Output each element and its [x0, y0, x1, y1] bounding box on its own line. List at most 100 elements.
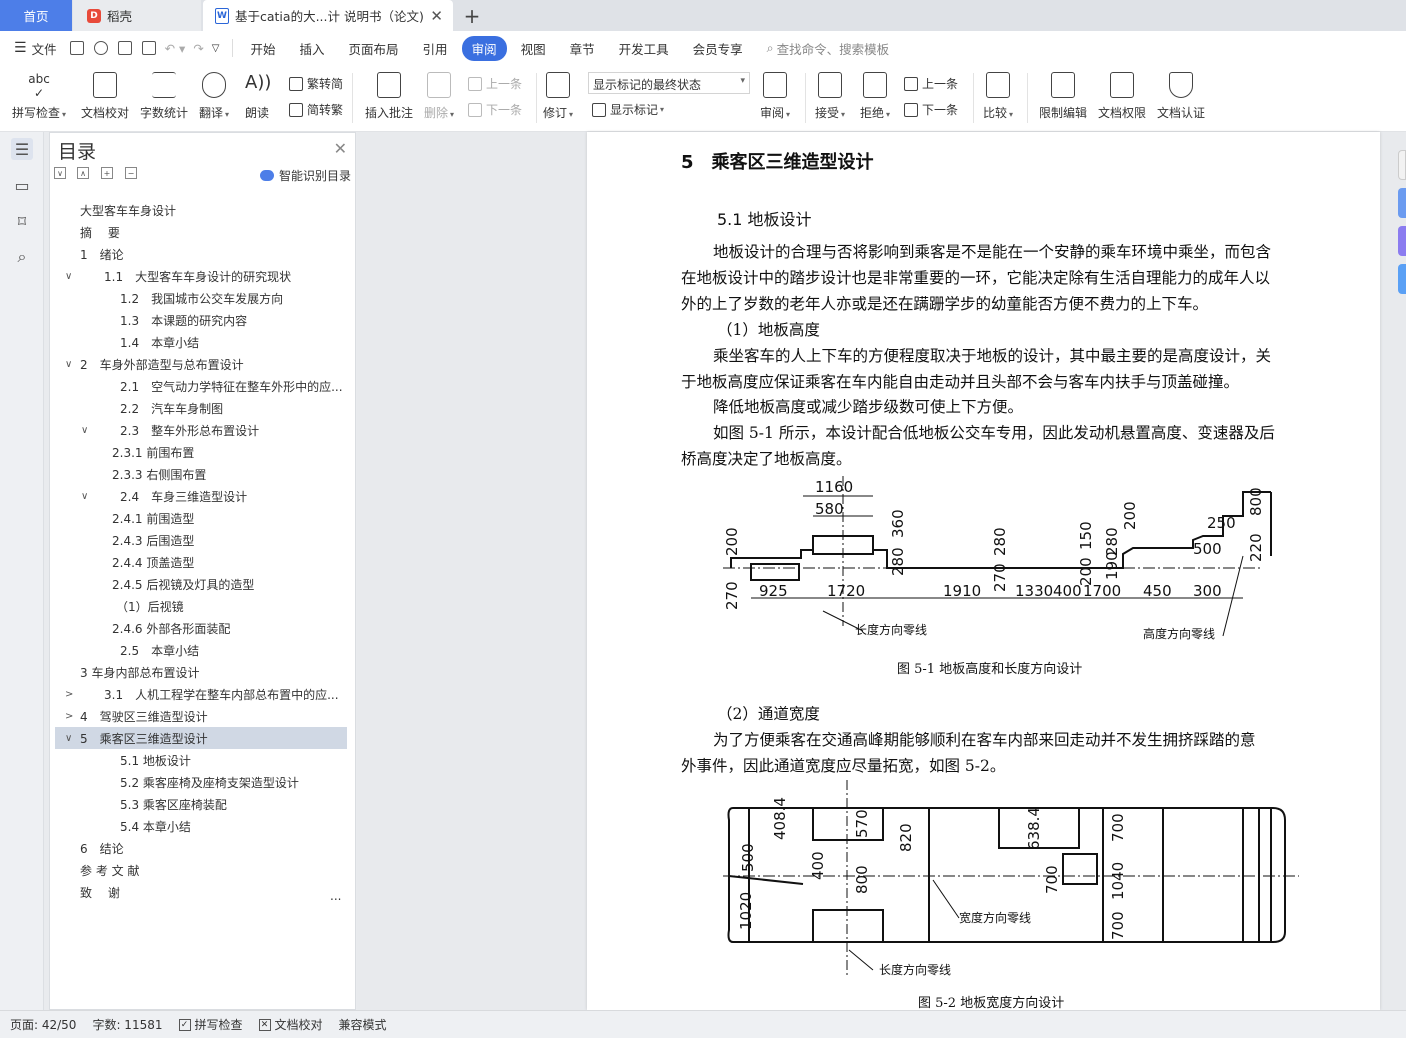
doc-permission-button[interactable]: 文档权限 — [1098, 65, 1146, 121]
format-painter-icon[interactable] — [93, 41, 108, 55]
toc-item[interactable]: 2.5 本章小结 — [55, 639, 347, 661]
compare-button[interactable]: 比较 ▾ — [983, 65, 1013, 121]
menu-item-2[interactable]: 页面布局 — [339, 36, 409, 61]
prev-comment-button[interactable]: 上一条 — [468, 75, 522, 92]
expand-up-icon[interactable]: ∧ — [77, 167, 89, 179]
toc-item[interactable]: ∨ 2 车身外部造型与总布置设计 — [55, 353, 347, 375]
toc-item[interactable]: 1.2 我国城市公交车发展方向 — [55, 287, 347, 309]
show-markup-button[interactable]: 显示标记 ▾ — [592, 101, 664, 118]
spell-check-status[interactable]: ✓ 拼写检查 — [178, 1016, 243, 1033]
close-icon[interactable]: ✕ — [334, 139, 347, 158]
menu-item-5[interactable]: 视图 — [511, 36, 556, 61]
doc-proof-button[interactable]: 文档校对 — [81, 65, 129, 121]
toc-item[interactable]: >4 驾驶区三维造型设计 — [55, 705, 347, 727]
restrict-edit-button[interactable]: 限制编辑 — [1039, 65, 1087, 121]
menu-item-8[interactable]: 会员专享 — [683, 36, 753, 61]
more-icon[interactable]: ... — [330, 889, 341, 903]
chevron-right-icon[interactable]: > — [65, 689, 73, 700]
doc-certify-button[interactable]: 文档认证 — [1157, 65, 1205, 121]
toc-item[interactable]: 1 绪论 — [55, 243, 347, 265]
spell-check-button[interactable]: abc ✓ 拼写检查 ▾ — [12, 65, 66, 121]
chevron-down-icon[interactable]: ∨ — [81, 491, 88, 502]
toc-item[interactable]: 5.3 乘客区座椅装配 — [55, 793, 347, 815]
prev-change-button[interactable]: 上一条 — [904, 75, 958, 92]
track-changes-button[interactable]: 修订 ▾ — [543, 65, 573, 121]
chevron-down-icon[interactable]: ∨ — [65, 271, 72, 282]
toc-item[interactable]: 2.4.3 后围造型 — [55, 529, 347, 551]
page-indicator[interactable]: 页面: 42/50 — [10, 1016, 76, 1033]
toc-item[interactable]: 2.4.4 顶盖造型 — [55, 551, 347, 573]
side-tab-4[interactable] — [1398, 264, 1406, 294]
toc-item[interactable]: 2.3.3 右侧围布置 — [55, 463, 347, 485]
toc-item[interactable]: ∨ 5 乘客区三维造型设计 — [55, 727, 347, 749]
document-page[interactable]: 5 乘客区三维造型设计 5.1 地板设计 地板设计的合理与否将影响到乘客是不是能… — [587, 132, 1380, 1011]
toc-item[interactable]: 5.4 本章小结 — [55, 815, 347, 837]
chevron-right-icon[interactable]: > — [65, 711, 73, 722]
tab-daoke[interactable]: D 稻壳 — [73, 0, 201, 31]
print-preview-icon[interactable] — [141, 41, 156, 55]
menu-item-3[interactable]: 引用 — [413, 36, 458, 61]
close-tab-icon[interactable]: ✕ — [430, 7, 443, 25]
word-count-indicator[interactable]: 字数: 11581 — [92, 1016, 162, 1033]
toc-item[interactable]: 摘 要 — [55, 221, 347, 243]
review-pane-button[interactable]: 审阅 ▾ — [760, 65, 790, 121]
toc-item[interactable]: 1.3 本课题的研究内容 — [55, 309, 347, 331]
toc-item[interactable]: 2.4.6 外部各形面装配 — [55, 617, 347, 639]
bookmark-icon[interactable]: ⌑ — [11, 210, 33, 232]
toc-item[interactable]: ∨ 2.3 整车外形总布置设计 — [55, 419, 347, 441]
toc-item[interactable]: 6 结论 — [55, 837, 347, 859]
file-menu[interactable]: ☰ 文件 — [14, 39, 57, 58]
save-icon[interactable] — [69, 41, 84, 55]
toc-panel-icon[interactable]: ☰ — [11, 138, 33, 160]
translate-button[interactable]: 翻译 ▾ — [199, 65, 229, 121]
toc-item[interactable]: 2.2 汽车车身制图 — [55, 397, 347, 419]
collapse-all-icon[interactable]: ∨ — [54, 167, 66, 179]
toc-item[interactable]: 1.4 本章小结 — [55, 331, 347, 353]
word-count-button[interactable]: 字数统计 — [140, 65, 188, 121]
menu-item-7[interactable]: 开发工具 — [609, 36, 679, 61]
toc-item[interactable]: 2.3.1 前围布置 — [55, 441, 347, 463]
toc-item[interactable]: 大型客车车身设计 — [55, 199, 347, 221]
undo-icon[interactable]: ↶ ▾ — [165, 41, 186, 56]
toc-item[interactable]: 参 考 文 献 — [55, 859, 347, 881]
trad-simp-button[interactable]: 繁转简 — [289, 75, 343, 92]
redo-icon[interactable]: ↷ — [193, 41, 203, 56]
toc-item[interactable]: 3 车身内部总布置设计 — [55, 661, 347, 683]
toc-item[interactable]: 2.4.5 后视镜及灯具的造型 — [55, 573, 347, 595]
remove-level-icon[interactable]: − — [125, 167, 137, 179]
toc-item[interactable]: 2.1 空气动力学特征在整车外形中的应... — [55, 375, 347, 397]
toc-item[interactable]: （1）后视镜 — [55, 595, 347, 617]
chevron-down-icon[interactable]: ∨ — [65, 359, 72, 370]
next-comment-button[interactable]: 下一条 — [468, 101, 522, 118]
toc-item[interactable]: ∨ 2.4 车身三维造型设计 — [55, 485, 347, 507]
add-level-icon[interactable]: + — [101, 167, 113, 179]
chevron-down-icon[interactable]: ∨ — [65, 733, 72, 744]
toc-item[interactable]: >3.1 人机工程学在整车内部总布置中的应... — [55, 683, 347, 705]
toc-item[interactable]: ∨ 1.1 大型客车车身设计的研究现状 — [55, 265, 347, 287]
quick-access-dropdown-icon[interactable]: ▽ — [212, 43, 220, 54]
side-tab-3[interactable] — [1398, 226, 1406, 256]
print-icon[interactable] — [117, 41, 132, 55]
side-tab-2[interactable] — [1398, 188, 1406, 218]
chapter-nav-icon[interactable]: ▭ — [11, 174, 33, 196]
menu-item-1[interactable]: 插入 — [290, 36, 335, 61]
chevron-down-icon[interactable]: ∨ — [81, 425, 88, 436]
menu-item-6[interactable]: 章节 — [560, 36, 605, 61]
doc-proof-status[interactable]: ✕ 文档校对 — [258, 1016, 323, 1033]
smart-toc-button[interactable]: 智能识别目录 — [259, 167, 351, 184]
search-icon[interactable]: ⌕ — [11, 246, 33, 268]
new-tab-button[interactable]: + — [460, 0, 484, 31]
side-tab-1[interactable] — [1398, 150, 1406, 180]
read-aloud-button[interactable]: A)) 朗读 — [245, 65, 271, 121]
menu-item-0[interactable]: 开始 — [241, 36, 286, 61]
delete-comment-button[interactable]: 删除 ▾ — [424, 65, 454, 121]
toc-item[interactable]: 5.1 地板设计 — [55, 749, 347, 771]
simp-trad-button[interactable]: 简转繁 — [289, 101, 343, 118]
reject-button[interactable]: 拒绝 ▾ — [860, 65, 890, 121]
command-search[interactable]: ⌕ 查找命令、搜索模板 — [767, 39, 890, 58]
accept-button[interactable]: 接受 ▾ — [815, 65, 845, 121]
toc-item[interactable]: 5.2 乘客座椅及座椅支架造型设计 — [55, 771, 347, 793]
tab-home[interactable]: 首页 — [0, 0, 72, 31]
toc-item[interactable]: 2.4.1 前围造型 — [55, 507, 347, 529]
markup-display-select[interactable]: 显示标记的最终状态 ▾ — [588, 72, 750, 94]
